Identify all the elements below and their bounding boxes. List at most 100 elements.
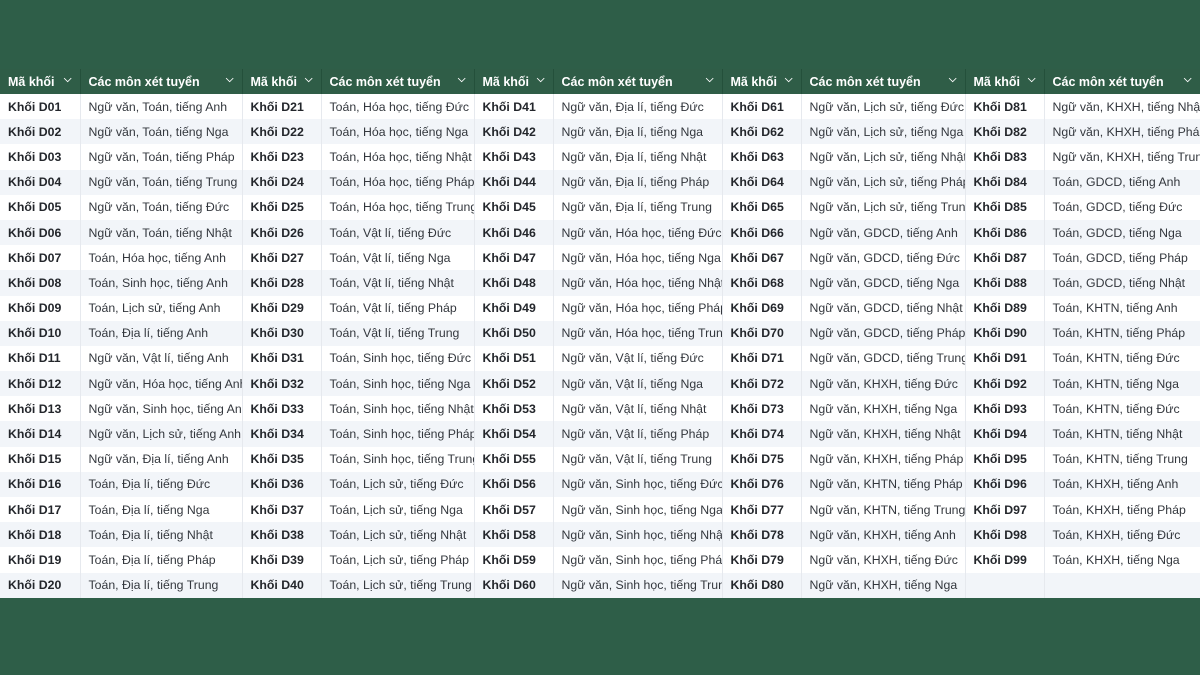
subjects-cell: Toán, KHTN, tiếng Trung [1044,446,1200,472]
subjects-cell: Ngữ văn, KHXH, tiếng Nga [801,396,966,422]
block-code-cell: Khối D97 [965,497,1045,523]
subjects-cell: Ngữ văn, Lịch sử, tiếng Pháp [801,169,966,195]
block-code-cell: Khối D67 [722,245,802,271]
block-code-cell: Khối D36 [242,471,322,497]
subjects-cell: Ngữ văn, Hóa học, tiếng Trung [553,320,723,346]
block-code-cell: Khối D16 [0,471,81,497]
header-subjects-2[interactable]: Các môn xét tuyển ⌵ [321,69,475,94]
header-code-4[interactable]: Mã khối ⌵ [722,69,802,94]
chevron-down-icon[interactable]: ⌵ [458,74,466,85]
chevron-down-icon[interactable]: ⌵ [1028,74,1036,85]
block-code-cell: Khối D13 [0,396,81,422]
header-code-1[interactable]: Mã khối ⌵ [0,69,81,94]
subjects-cell: Toán, GDCD, tiếng Anh [1044,169,1200,195]
block-code-cell: Khối D59 [474,547,554,573]
block-code-cell: Khối D02 [0,119,81,145]
subjects-cell: Toán, Sinh học, tiếng Anh [80,270,243,296]
chevron-down-icon[interactable]: ⌵ [537,74,545,85]
block-code-cell: Khối D96 [965,471,1045,497]
table-row: Khối D13 Ngữ văn, Sinh học, tiếng Anh Khối… [0,396,1200,422]
subjects-cell: Ngữ văn, Lịch sử, tiếng Nhật [801,144,966,170]
subjects-cell: Ngữ văn, GDCD, tiếng Anh [801,219,966,246]
block-code-cell: Khối D83 [965,144,1045,170]
subjects-cell: Toán, KHXH, tiếng Pháp [1044,497,1200,523]
block-code-cell: Khối D08 [0,270,81,296]
subjects-cell: Toán, KHXH, tiếng Nga [1044,547,1200,573]
subjects-cell: Ngữ văn, Vật lí, tiếng Pháp [553,421,723,447]
chevron-down-icon[interactable]: ⌵ [785,74,793,85]
subjects-cell: Toán, Vật lí, tiếng Trung [321,320,475,346]
subjects-cell: Toán, Hóa học, tiếng Anh [80,245,243,271]
table-row: Khối D01 Ngữ văn, Toán, tiếng Anh Khối D21… [0,94,1200,120]
subjects-cell: Ngữ văn, Địa lí, tiếng Nhật [553,144,723,170]
block-code-cell: Khối D79 [722,547,802,573]
table-row: Khối D04 Ngữ văn, Toán, tiếng Trung Khối D… [0,169,1200,195]
subjects-cell: Ngữ văn, Sinh học, tiếng Anh [80,396,243,422]
block-code-cell: Khối D10 [0,320,81,346]
subjects-cell: Toán, Hóa học, tiếng Trung [321,194,475,220]
block-code-cell [965,572,1045,598]
subjects-cell: Toán, Hóa học, tiếng Nga [321,119,475,145]
block-code-cell: Khối D56 [474,471,554,497]
table-row: Khối D12 Ngữ văn, Hóa học, tiếng Anh Khối … [0,371,1200,397]
table-row: Khối D05 Ngữ văn, Toán, tiếng Đức Khối D25… [0,194,1200,220]
block-code-cell: Khối D80 [722,572,802,598]
header-subjects-1[interactable]: Các môn xét tuyển ⌵ [80,69,243,94]
subjects-cell: Ngữ văn, Vật lí, tiếng Nhật [553,396,723,422]
table-row: Khối D11 Ngữ văn, Vật lí, tiếng Anh Khối D… [0,345,1200,372]
block-code-cell: Khối D73 [722,396,802,422]
header-subjects-3[interactable]: Các môn xét tuyển ⌵ [553,69,723,94]
block-code-cell: Khối D09 [0,295,81,321]
table-row: Khối D06 Ngữ văn, Toán, tiếng Nhật Khối D2… [0,219,1200,246]
header-code-3[interactable]: Mã khối ⌵ [474,69,554,94]
block-code-cell: Khối D29 [242,295,322,321]
subjects-cell: Ngữ văn, Hóa học, tiếng Anh [80,371,243,397]
header-subjects-5[interactable]: Các môn xét tuyển ⌵ [1044,69,1200,94]
block-code-cell: Khối D28 [242,270,322,296]
chevron-down-icon[interactable]: ⌵ [949,74,957,85]
header-subjects-4[interactable]: Các môn xét tuyển ⌵ [801,69,966,94]
block-code-cell: Khối D11 [0,345,81,372]
block-code-cell: Khối D57 [474,497,554,523]
chevron-down-icon[interactable]: ⌵ [64,74,72,85]
block-code-cell: Khối D49 [474,295,554,321]
subjects-cell: Toán, KHTN, tiếng Anh [1044,295,1200,321]
header-code-2[interactable]: Mã khối ⌵ [242,69,322,94]
table-row: Khối D07 Toán, Hóa học, tiếng Anh Khối D27… [0,245,1200,271]
block-code-cell: Khối D88 [965,270,1045,296]
block-code-cell: Khối D86 [965,219,1045,246]
chevron-down-icon[interactable]: ⌵ [1184,74,1192,85]
block-code-cell: Khối D18 [0,522,81,548]
header-code-5[interactable]: Mã khối ⌵ [965,69,1045,94]
table-row: Khối D02 Ngữ văn, Toán, tiếng Nga Khối D22… [0,119,1200,145]
chevron-down-icon[interactable]: ⌵ [226,74,234,85]
subjects-cell: Toán, Lịch sử, tiếng Nga [321,497,475,523]
subjects-cell: Toán, Lịch sử, tiếng Pháp [321,547,475,573]
block-code-cell: Khối D06 [0,219,81,246]
subjects-cell: Toán, Sinh học, tiếng Đức [321,345,475,372]
block-code-cell: Khối D42 [474,119,554,145]
block-code-cell: Khối D74 [722,421,802,447]
subjects-cell: Toán, KHTN, tiếng Pháp [1044,320,1200,346]
subjects-cell: Toán, Lịch sử, tiếng Nhật [321,522,475,548]
subjects-cell: Ngữ văn, KHXH, tiếng Đức [801,547,966,573]
chevron-down-icon[interactable]: ⌵ [706,74,714,85]
subjects-cell: Ngữ văn, Địa lí, tiếng Anh [80,446,243,472]
block-code-cell: Khối D76 [722,471,802,497]
subjects-cell: Toán, Vật lí, tiếng Đức [321,219,475,246]
subjects-cell: Ngữ văn, KHXH, tiếng Pháp [1044,119,1200,145]
block-code-cell: Khối D77 [722,497,802,523]
block-code-cell: Khối D21 [242,94,322,120]
chevron-down-icon[interactable]: ⌵ [305,74,313,85]
subjects-cell: Ngữ văn, Sinh học, tiếng Đức [553,471,723,497]
subjects-cell: Ngữ văn, Lịch sử, tiếng Đức [801,94,966,120]
block-code-cell: Khối D15 [0,446,81,472]
subjects-cell: Ngữ văn, KHXH, tiếng Anh [801,522,966,548]
subjects-cell: Toán, Lịch sử, tiếng Anh [80,295,243,321]
subjects-cell: Ngữ văn, Toán, tiếng Nhật [80,219,243,246]
block-code-cell: Khối D91 [965,345,1045,372]
block-code-cell: Khối D87 [965,245,1045,271]
block-code-cell: Khối D65 [722,194,802,220]
block-code-cell: Khối D54 [474,421,554,447]
block-code-cell: Khối D25 [242,194,322,220]
